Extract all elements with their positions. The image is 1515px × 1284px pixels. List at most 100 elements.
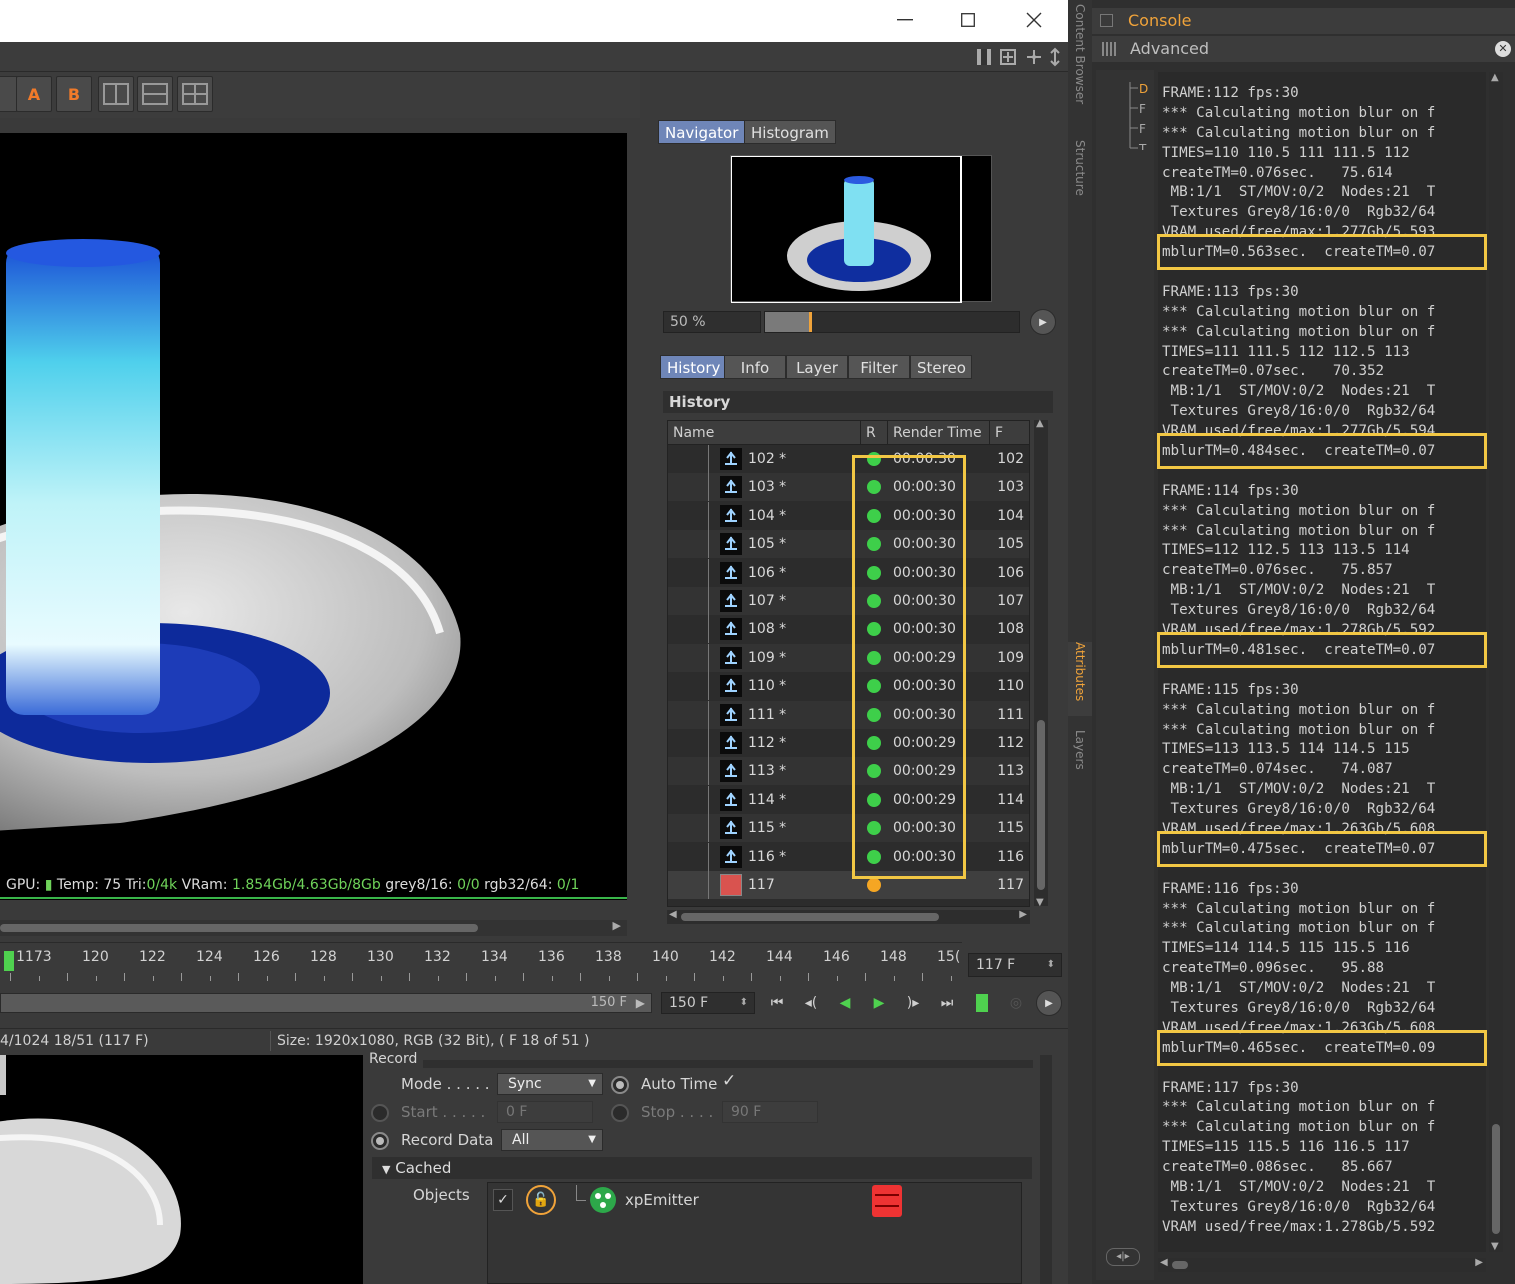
objects-list[interactable]: ✓ 🔓 xpEmitter [487,1182,1022,1284]
current-frame-field[interactable]: 117 F ⬍ [968,953,1062,977]
expand-collapse-button[interactable]: ◂|▸ [1106,1248,1140,1266]
history-row[interactable]: 105 * 00:00:30 105 [668,530,1029,559]
tab-history[interactable]: History [660,355,728,379]
layout-icons[interactable] [975,47,1065,67]
history-row[interactable]: 104 * 00:00:30 104 [668,501,1029,530]
svg-text:F: F [1139,102,1146,116]
history-row[interactable]: 108 * 00:00:30 108 [668,615,1029,644]
rendering-thumbnail-icon [720,874,742,896]
tab-navigator[interactable]: Navigator [658,120,746,144]
lock-icon[interactable]: 🔓 [526,1185,556,1215]
playback-options-button[interactable]: ▶ [1036,990,1062,1016]
history-row-frame: 112 [997,735,1024,751]
split-quad-button[interactable] [177,76,213,112]
side-tab-layers[interactable]: Layers [1068,730,1092,790]
object-name[interactable]: xpEmitter [625,1191,699,1209]
side-tab-attributes[interactable]: Attributes [1068,642,1092,716]
start-field[interactable]: 0 F [497,1101,593,1123]
auto-time-checkbox[interactable]: ✓ [722,1071,736,1091]
console-vertical-scrollbar[interactable]: ▲ ▼ [1489,72,1503,1252]
history-row[interactable]: 111 * 00:00:30 111 [668,700,1029,729]
history-vertical-scrollbar[interactable]: ▲ ▼ [1034,418,1048,908]
previous-frame-button[interactable]: ◂( [797,992,825,1014]
split-horizontal-button[interactable] [137,76,173,112]
zoom-slider[interactable] [764,311,1020,333]
ab-a-button[interactable]: A [16,76,52,112]
history-row[interactable]: 116 * 00:00:30 116 [668,842,1029,871]
history-row[interactable]: 115 * 00:00:30 115 [668,814,1029,843]
mode-dropdown[interactable]: Sync ▼ [497,1073,603,1095]
split-vertical-button[interactable] [98,76,134,112]
history-row[interactable]: 107 * 00:00:30 107 [668,587,1029,615]
go-to-end-button[interactable]: ⏭ [933,992,961,1014]
stop-radio[interactable] [611,1104,629,1122]
tab-layer[interactable]: Layer [786,355,848,379]
timeline-tick [466,973,467,981]
history-row[interactable]: 103 * 00:00:30 103 [668,473,1029,502]
column-frame[interactable]: F [990,421,1029,445]
attributes-scrollbar[interactable] [1040,1055,1052,1284]
minimize-button[interactable] [882,4,928,36]
history-row[interactable]: 113 * 00:00:29 113 [668,757,1029,786]
column-name[interactable]: Name [668,421,861,445]
column-render-time[interactable]: Render Time [888,421,990,445]
history-row[interactable]: 109 * 00:00:29 109 [668,643,1029,672]
history-row[interactable]: 117 117 [668,871,1029,899]
side-tab-content-browser[interactable]: Content Browser [1068,4,1092,124]
cached-section-header[interactable]: ▼ Cached [372,1157,1032,1179]
record-data-radio[interactable] [371,1132,389,1150]
frame-range-slider[interactable]: 150 F ▶ [0,993,652,1013]
close-icon[interactable]: ✕ [1495,41,1511,57]
zoom-slider-handle[interactable] [809,312,812,332]
end-frame-field[interactable]: 150 F ⬍ [661,992,755,1014]
history-row[interactable]: 102 * 00:00:30 102 [668,445,1029,473]
timeline-ruler[interactable]: 1173 120 122 124 126 128 130 132 134 136 138 140 14… [0,942,962,982]
auto-time-radio[interactable] [611,1076,629,1094]
play-forward-button[interactable]: ▶ [865,992,893,1014]
tab-stereo[interactable]: Stereo [910,355,972,379]
console-line: *** Calculating motion blur on f [1162,124,1436,141]
maximize-button[interactable] [945,4,991,36]
loop-toggle-button[interactable] [968,992,996,1014]
record-button[interactable]: ◎ [1002,992,1030,1014]
history-row[interactable]: 114 * 00:00:29 114 [668,785,1029,814]
history-row[interactable]: 106 * 00:00:30 106 [668,558,1029,587]
play-backward-button[interactable]: ◀ [831,992,859,1014]
render-horizontal-scrollbar[interactable]: ▶ [0,919,627,936]
console-horizontal-scrollbar[interactable]: ◀ ▶ [1158,1257,1486,1272]
side-tab-structure[interactable]: Structure [1068,140,1092,220]
navigator-play-button[interactable]: ▶ [1030,309,1056,335]
console-panel-checkbox[interactable] [1100,14,1113,27]
start-radio[interactable] [371,1104,389,1122]
close-button[interactable] [1011,4,1057,36]
history-row[interactable]: 110 * 00:00:30 110 [668,672,1029,701]
render-view[interactable] [0,133,627,900]
record-data-dropdown[interactable]: All ▼ [501,1129,603,1151]
tab-info[interactable]: Info [724,355,786,379]
history-row-name: 115 * [748,820,787,837]
ab-b-button[interactable]: B [56,76,92,112]
current-frame-marker[interactable] [4,951,14,971]
next-frame-button[interactable]: )▸ [899,992,927,1014]
current-frame-value: 117 F [976,957,1016,973]
timeline-tick [95,976,97,981]
grip-icon[interactable] [1102,42,1118,56]
editor-viewport[interactable] [0,1055,363,1284]
stop-field[interactable]: 90 F [722,1101,818,1123]
history-row[interactable]: 112 * 00:00:29 112 [668,729,1029,757]
close-icon [1026,12,1042,28]
svg-text:D: D [1139,82,1148,96]
console-tree-view[interactable]: D F F T ◂|▸ [1096,70,1154,1280]
column-r[interactable]: R [861,421,888,445]
compare-toolbar: A B [0,72,640,118]
console-line: FRAME:113 fps:30 [1162,283,1299,300]
tab-histogram[interactable]: Histogram [744,120,836,144]
navigator-thumbnail[interactable] [730,155,992,304]
zoom-level-field[interactable]: 50 % [663,311,761,333]
timeline-tick [608,976,610,981]
go-to-start-button[interactable]: ⏮ [763,992,791,1014]
tab-filter[interactable]: Filter [848,355,910,379]
history-horizontal-scrollbar[interactable]: ◀ ▶ [667,909,1030,924]
console-line: *** Calculating motion blur on f [1162,900,1436,917]
object-enable-checkbox[interactable]: ✓ [493,1189,513,1211]
